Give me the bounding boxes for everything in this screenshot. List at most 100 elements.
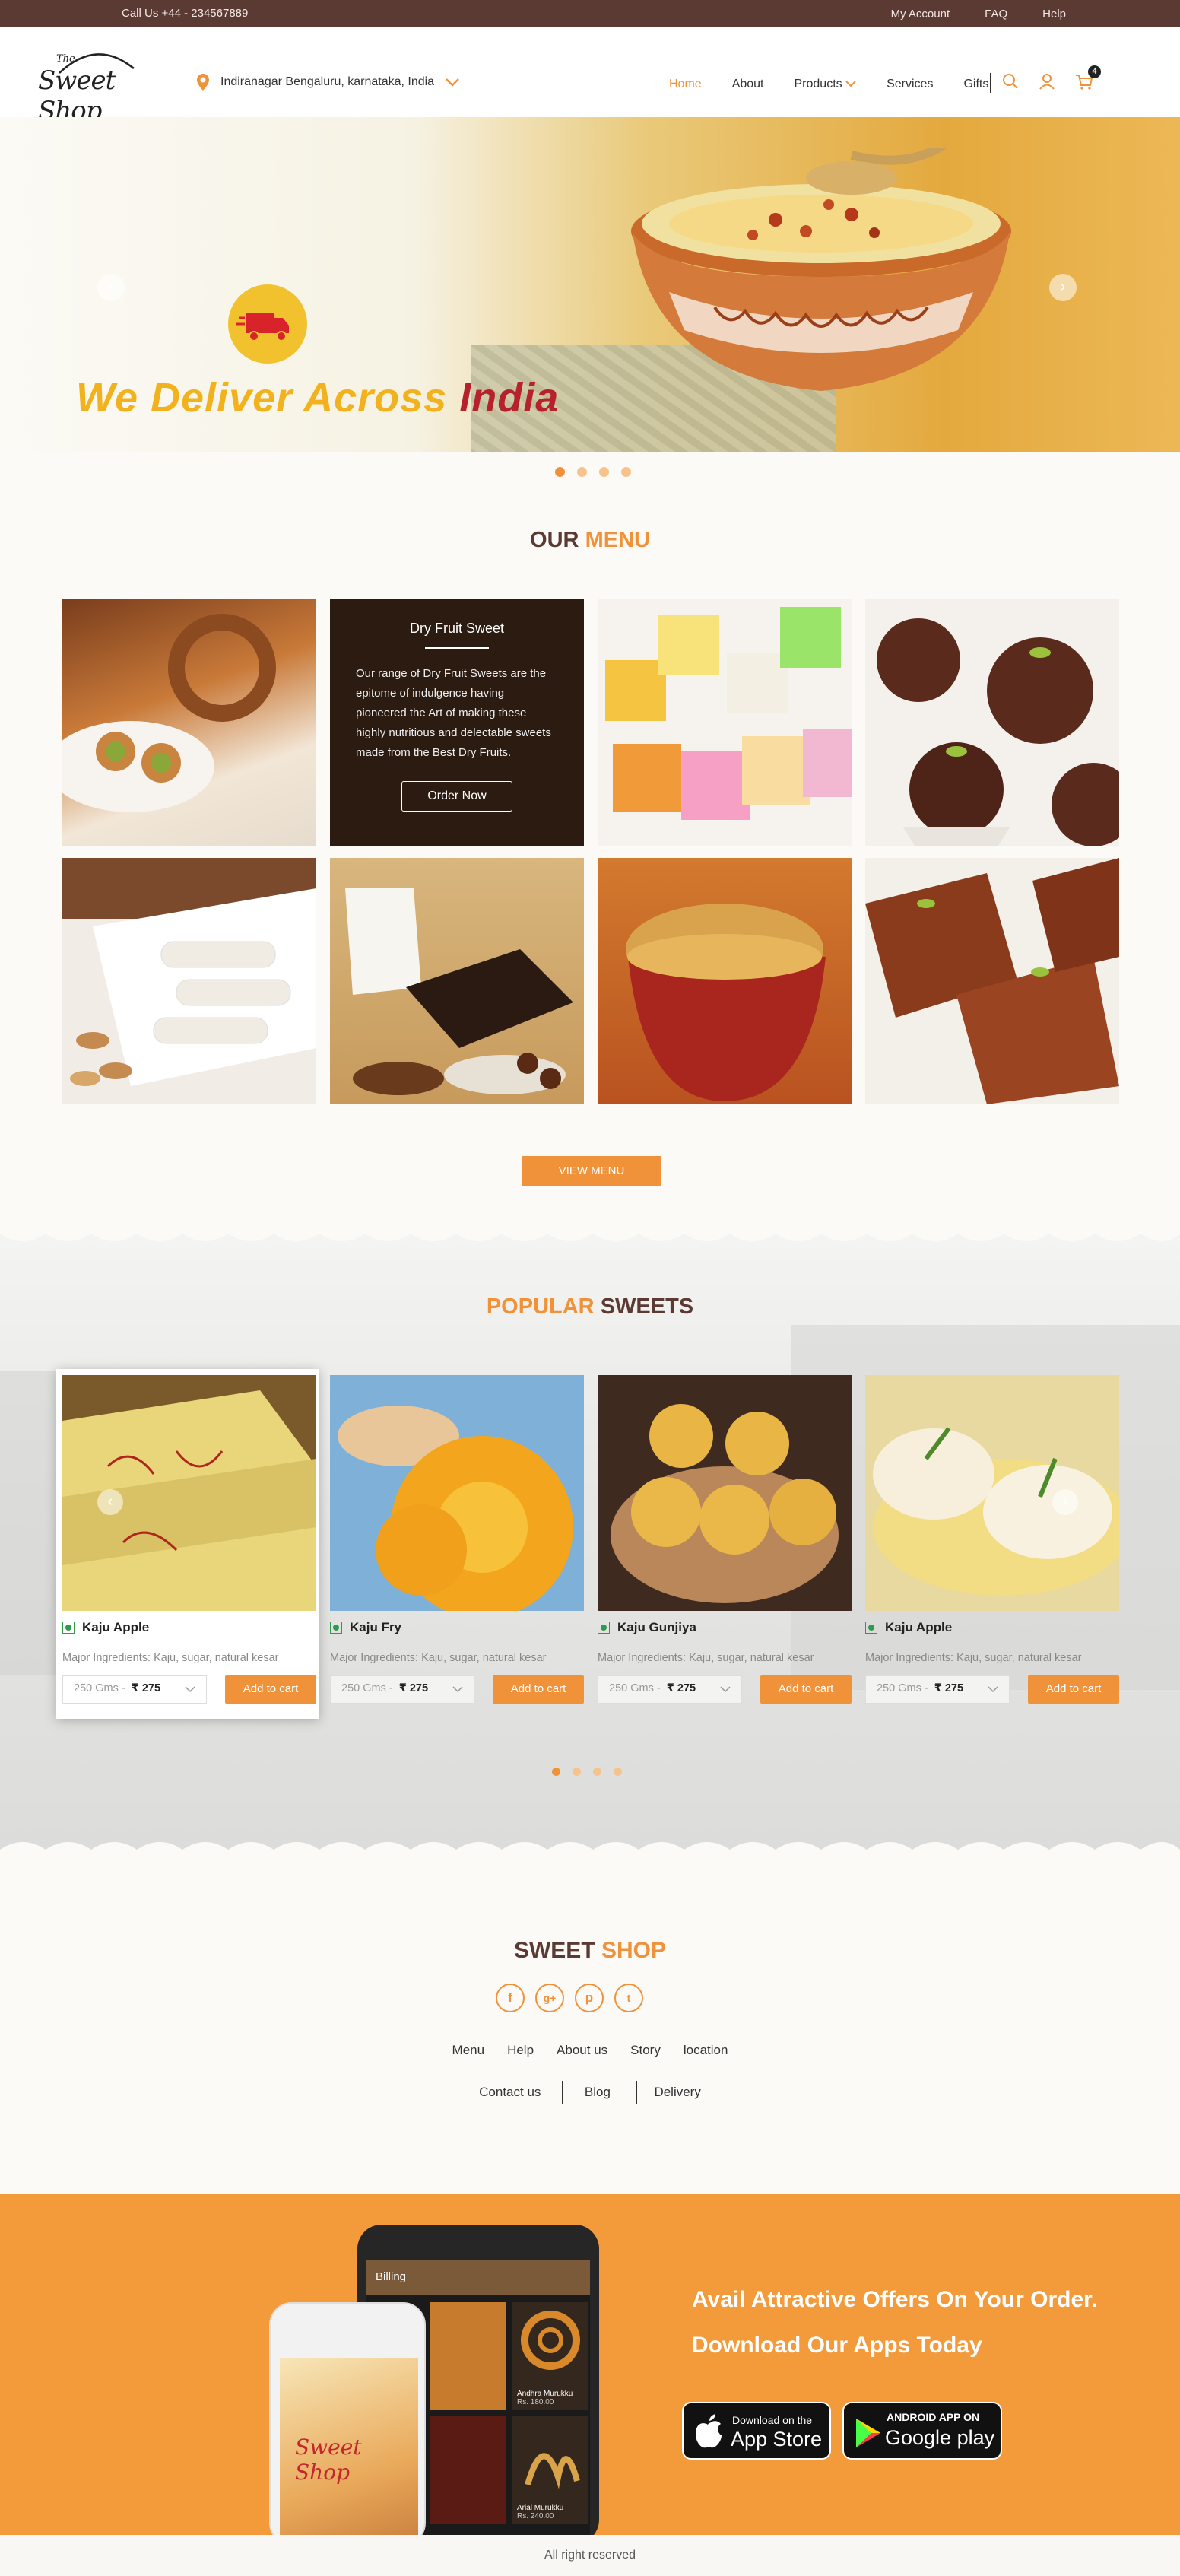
facebook-icon[interactable]: f xyxy=(496,1984,525,2012)
chevron-down-icon xyxy=(988,1686,998,1693)
kaju-fry-image xyxy=(330,1375,584,1611)
promo-line-1: Avail Attractive Offers On Your Order. xyxy=(692,2287,1098,2312)
popular-prev-arrow[interactable]: ‹ xyxy=(97,1489,123,1515)
nav-services[interactable]: Services xyxy=(887,78,933,91)
phone-screen-logo: Sweet Shop xyxy=(295,2435,362,2485)
footer-link-blog[interactable]: Blog xyxy=(585,2085,611,2100)
chevron-down-icon xyxy=(452,1686,463,1693)
top-bar: Call Us +44 - 234567889 My Account FAQ H… xyxy=(0,0,1180,27)
product-title: Kaju Apple xyxy=(865,1620,952,1635)
product-ingredients: Major Ingredients: Kaju, sugar, natural … xyxy=(330,1652,547,1664)
menu-tile-kaju-rolls[interactable] xyxy=(62,858,316,1104)
add-to-cart-button[interactable]: Add to cart xyxy=(760,1675,852,1704)
milk-cake-image xyxy=(865,858,1119,1104)
promo-line-2: Download Our Apps Today xyxy=(692,2333,982,2358)
chocolate-balls-image xyxy=(877,618,1119,846)
dry-fruit-rolls-image xyxy=(62,614,276,812)
footer-link-menu[interactable]: Menu xyxy=(452,2043,485,2058)
dry-fruit-sweet-overlay: Dry Fruit Sweet Our range of Dry Fruit S… xyxy=(330,599,584,846)
add-to-cart-button[interactable]: Add to cart xyxy=(493,1675,584,1704)
help-link[interactable]: Help xyxy=(1042,8,1066,21)
product-card[interactable]: Kaju Apple Major Ingredients: Kaju, suga… xyxy=(56,1369,319,1719)
divider xyxy=(990,73,991,93)
product-card[interactable]: Kaju Apple Major Ingredients: Kaju, suga… xyxy=(859,1369,1122,1719)
footer-link-location[interactable]: location xyxy=(684,2043,728,2058)
menu-tile-turkish-delight[interactable] xyxy=(598,599,852,846)
add-to-cart-button[interactable]: Add to cart xyxy=(225,1675,316,1704)
hero-dot[interactable] xyxy=(555,467,565,477)
faq-link[interactable]: FAQ xyxy=(985,8,1007,21)
product-ingredients: Major Ingredients: Kaju, sugar, natural … xyxy=(598,1652,814,1664)
weight-select[interactable]: 250 Gms - ₹ 275 xyxy=(865,1675,1010,1704)
hero-dot[interactable] xyxy=(577,467,587,477)
popular-dot[interactable] xyxy=(552,1768,560,1776)
hero-slider: ‹ › We Deliver Across India xyxy=(0,117,1180,452)
footer-link-help[interactable]: Help xyxy=(507,2043,534,2058)
weight-select[interactable]: 250 Gms - ₹ 275 xyxy=(598,1675,742,1704)
menu-section-title: OUR MENU xyxy=(530,528,650,552)
hero-next-arrow[interactable]: › xyxy=(1049,274,1077,301)
phone-app-header: Billing xyxy=(366,2260,590,2295)
veg-icon xyxy=(598,1622,610,1634)
order-now-button[interactable]: Order Now xyxy=(401,781,512,812)
overlay-description: Our range of Dry Fruit Sweets are the ep… xyxy=(356,667,551,759)
pinterest-icon[interactable]: p xyxy=(575,1984,604,2012)
hero-dot[interactable] xyxy=(621,467,631,477)
menu-tile-dry-fruit-sweet[interactable]: Dry Fruit Sweet Our range of Dry Fruit S… xyxy=(330,599,584,846)
delivery-truck-icon xyxy=(236,313,289,341)
menu-tile-dry-fruit-rolls[interactable] xyxy=(62,599,316,846)
divider xyxy=(636,2081,638,2104)
copyright-text: All right reserved xyxy=(544,2549,636,2562)
nav-about[interactable]: About xyxy=(732,78,764,91)
google-play-icon xyxy=(856,2419,880,2447)
location-selector[interactable]: Indiranagar Bengaluru, karnataka, India xyxy=(196,73,460,91)
view-menu-button[interactable]: VIEW MENU xyxy=(522,1156,661,1186)
my-account-link[interactable]: My Account xyxy=(891,8,950,21)
add-to-cart-button[interactable]: Add to cart xyxy=(1028,1675,1119,1704)
popular-dot[interactable] xyxy=(593,1768,601,1776)
google-plus-icon[interactable]: g+ xyxy=(535,1984,564,2012)
footer-links-row1: Menu Help About us Story location xyxy=(0,2043,1180,2058)
hero-dot[interactable] xyxy=(599,467,609,477)
menu-tile-chocolate-bar[interactable] xyxy=(330,858,584,1104)
footer-link-delivery[interactable]: Delivery xyxy=(654,2085,700,2100)
popular-dot[interactable] xyxy=(573,1768,581,1776)
map-pin-icon xyxy=(197,74,209,91)
product-title: Kaju Apple xyxy=(62,1620,149,1635)
menu-tile-chocolate-balls[interactable] xyxy=(865,599,1119,846)
search-icon[interactable] xyxy=(1002,73,1019,90)
kaju-apple-image xyxy=(865,1375,1119,1611)
hero-bowl-image xyxy=(631,148,1011,391)
nav-home[interactable]: Home xyxy=(669,78,702,91)
nav-gifts[interactable]: Gifts xyxy=(963,78,988,91)
apple-icon xyxy=(696,2414,722,2448)
cart-count-badge: 4 xyxy=(1088,65,1101,78)
veg-icon xyxy=(865,1622,877,1634)
popular-next-arrow[interactable]: › xyxy=(1052,1489,1078,1515)
menu-tile-namkeen[interactable] xyxy=(598,858,852,1104)
truck-badge xyxy=(228,284,307,364)
product-card[interactable]: Kaju Gunjiya Major Ingredients: Kaju, su… xyxy=(592,1369,855,1719)
location-text: Indiranagar Bengaluru, karnataka, India xyxy=(220,75,435,88)
twitter-icon[interactable]: t xyxy=(614,1984,643,2012)
weight-select[interactable]: 250 Gms - ₹ 275 xyxy=(330,1675,474,1704)
chocolate-bar-image xyxy=(345,888,573,1095)
footer-link-about[interactable]: About us xyxy=(557,2043,607,2058)
cart-button[interactable]: 4 xyxy=(1075,65,1101,90)
footer-link-story[interactable]: Story xyxy=(630,2043,661,2058)
app-store-button[interactable]: Download on the App Store xyxy=(682,2402,831,2460)
popular-dot[interactable] xyxy=(614,1768,622,1776)
product-card[interactable]: Kaju Fry Major Ingredients: Kaju, sugar,… xyxy=(324,1369,587,1719)
footer-link-contact[interactable]: Contact us xyxy=(479,2085,541,2100)
user-icon[interactable] xyxy=(1039,73,1055,90)
product-ingredients: Major Ingredients: Kaju, sugar, natural … xyxy=(62,1652,279,1664)
google-play-button[interactable]: ANDROID APP ON Google play xyxy=(842,2402,1002,2460)
kaju-gunjiya-image xyxy=(598,1375,852,1611)
sweet-shop-logo[interactable]: The Sweet Shop xyxy=(38,38,152,126)
menu-tile-milk-cake[interactable] xyxy=(865,858,1119,1104)
hero-prev-arrow[interactable]: ‹ xyxy=(97,274,125,301)
weight-select[interactable]: 250 Gms - ₹ 275 xyxy=(62,1675,207,1704)
veg-icon xyxy=(330,1622,342,1634)
iphone-image: Sweet Shop xyxy=(269,2302,426,2535)
nav-products[interactable]: Products xyxy=(795,78,857,91)
